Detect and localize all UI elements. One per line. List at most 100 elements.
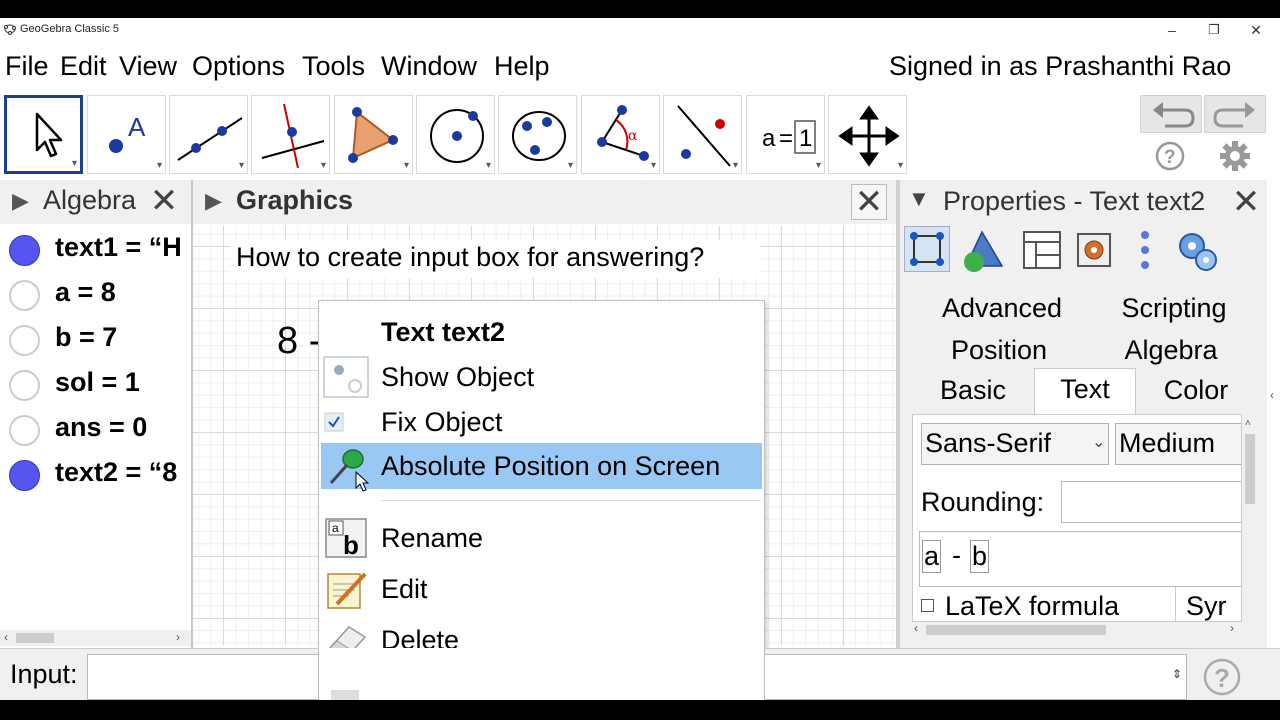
svg-text:b: b: [343, 530, 359, 559]
redo-button[interactable]: [1204, 95, 1266, 133]
tab-position[interactable]: Position: [912, 330, 1086, 370]
tool-ellipse[interactable]: ▾: [498, 95, 577, 174]
scroll-left-icon[interactable]: ‹: [914, 621, 918, 635]
undo-button[interactable]: [1140, 95, 1202, 133]
menu-file[interactable]: File: [5, 51, 49, 82]
tool-circle[interactable]: ▾: [416, 95, 495, 174]
scroll-thumb[interactable]: [926, 625, 1106, 635]
font-size-select[interactable]: Medium: [1115, 423, 1241, 465]
help-icon[interactable]: ?: [1154, 140, 1186, 172]
tab-algebra[interactable]: Algebra: [1086, 330, 1256, 370]
visibility-toggle[interactable]: [9, 280, 40, 311]
menu-window[interactable]: Window: [381, 51, 477, 82]
menu-edit[interactable]: Edit: [60, 51, 107, 82]
font-family-select[interactable]: Sans-Serif ⌄: [921, 423, 1109, 465]
algebra-row-b[interactable]: b = 7: [0, 318, 190, 363]
tool-slider[interactable]: a = 1 ▾: [746, 95, 825, 174]
tool-perpendicular[interactable]: ▾: [251, 95, 330, 174]
visibility-toggle[interactable]: [9, 235, 40, 266]
menu-options[interactable]: Options: [192, 51, 285, 82]
redo-icon: [1213, 102, 1255, 128]
tool-angle[interactable]: α ▾: [581, 95, 660, 174]
close-graphics-icon[interactable]: ✕: [851, 184, 887, 220]
close-algebra-icon[interactable]: ✕: [146, 184, 182, 220]
tool-line[interactable]: ▾: [169, 95, 248, 174]
rounding-field[interactable]: [1061, 481, 1241, 523]
menu-item-absolute-position[interactable]: Absolute Position on Screen: [321, 443, 762, 492]
dynamic-field-b[interactable]: b: [970, 540, 990, 573]
advanced-gears-icon[interactable]: [1174, 228, 1220, 274]
side-expand-icon[interactable]: ‹: [1270, 388, 1274, 402]
tab-advanced[interactable]: Advanced: [912, 288, 1092, 328]
minimize-button[interactable]: –: [1152, 20, 1192, 40]
signed-in-label[interactable]: Signed in as Prashanthi Rao: [889, 51, 1231, 82]
menu-item-label: Rename: [381, 523, 484, 553]
dynamic-field-a[interactable]: a: [922, 540, 942, 573]
question-text[interactable]: How to create input box for answering?: [236, 242, 704, 273]
algebra-settings-icon[interactable]: [1134, 226, 1156, 274]
scroll-up-icon[interactable]: ˄: [1245, 418, 1251, 429]
menu-item-edit[interactable]: Edit: [319, 566, 764, 612]
menu-tools[interactable]: Tools: [302, 51, 365, 82]
text-editor[interactable]: a - b: [919, 531, 1241, 587]
screen-bottom-border: [0, 700, 1280, 720]
symbols-select[interactable]: Syr: [1175, 587, 1241, 621]
close-properties-icon[interactable]: ✕: [1228, 185, 1264, 221]
scroll-right-icon[interactable]: ›: [176, 630, 180, 644]
visibility-toggle[interactable]: [9, 460, 40, 491]
menu-item-rename[interactable]: a b Rename: [319, 515, 764, 561]
svg-text:a: a: [332, 521, 339, 535]
algebra-row-text2[interactable]: text2 = “8: [0, 453, 190, 498]
collapse-triangle-icon[interactable]: ▶: [12, 188, 29, 214]
menu-help[interactable]: Help: [494, 51, 550, 82]
scroll-left-icon[interactable]: ‹: [4, 630, 8, 644]
properties-hscrollbar[interactable]: ‹ ›: [912, 621, 1242, 638]
algebra-row-text1[interactable]: text1 = “H: [0, 228, 190, 273]
visibility-toggle[interactable]: [9, 370, 40, 401]
maximize-button[interactable]: ❐: [1194, 20, 1234, 40]
tool-polygon[interactable]: ▾: [334, 95, 413, 174]
text2-object[interactable]: 8 -: [277, 320, 321, 363]
tool-point[interactable]: A ▾: [87, 95, 166, 174]
scroll-thumb[interactable]: [16, 633, 54, 643]
layout-settings-icon[interactable]: [1020, 228, 1064, 272]
tool-move[interactable]: ▾: [4, 95, 83, 174]
visibility-toggle[interactable]: [9, 415, 40, 446]
properties-title: Properties - Text text2: [943, 186, 1206, 216]
objects-tree-button[interactable]: [904, 226, 950, 272]
input-history-toggle-icon[interactable]: ⇕: [1172, 667, 1182, 681]
settings-gear-icon[interactable]: [1218, 139, 1252, 173]
algebra-row-a[interactable]: a = 8: [0, 273, 190, 318]
context-menu-overflow: [318, 648, 765, 700]
algebra-row-sol[interactable]: sol = 1: [0, 363, 190, 408]
tab-color[interactable]: Color: [1136, 370, 1256, 410]
object-properties-icon: [331, 690, 359, 700]
tab-text[interactable]: Text: [1034, 368, 1136, 414]
input-help-icon[interactable]: ?: [1202, 657, 1242, 697]
tool-reflect[interactable]: ▾: [663, 95, 742, 174]
point-letter: A: [128, 112, 146, 142]
show-object-icon: [323, 356, 369, 398]
scroll-thumb[interactable]: [1245, 434, 1255, 504]
algebra-row-label: sol = 1: [55, 367, 140, 397]
tab-basic[interactable]: Basic: [912, 370, 1034, 410]
menu-view[interactable]: View: [119, 51, 177, 82]
tool-move-graphics[interactable]: ▾: [828, 95, 907, 174]
menu-item-fix-object[interactable]: Fix Object: [319, 399, 764, 445]
algebra-title: Algebra: [43, 185, 137, 215]
defaults-gear-icon[interactable]: [1072, 228, 1116, 272]
menu-item-show-object[interactable]: Show Object: [319, 354, 764, 400]
properties-vscrollbar[interactable]: ˄: [1243, 418, 1257, 622]
point-icon: A: [109, 112, 146, 153]
graphics-settings-icon[interactable]: [958, 228, 1006, 274]
algebra-hscrollbar[interactable]: ‹ ›: [0, 630, 191, 646]
latex-checkbox[interactable]: [921, 599, 934, 612]
scroll-right-icon[interactable]: ›: [1230, 621, 1234, 635]
collapse-triangle-icon[interactable]: ▶: [205, 188, 222, 214]
window-title: GeoGebra Classic 5: [20, 23, 120, 35]
visibility-toggle[interactable]: [9, 325, 40, 356]
collapse-triangle-down-icon[interactable]: ▼: [908, 186, 930, 212]
algebra-row-ans[interactable]: ans = 0: [0, 408, 190, 453]
close-window-button[interactable]: ✕: [1236, 20, 1276, 40]
tab-scripting[interactable]: Scripting: [1092, 288, 1256, 328]
